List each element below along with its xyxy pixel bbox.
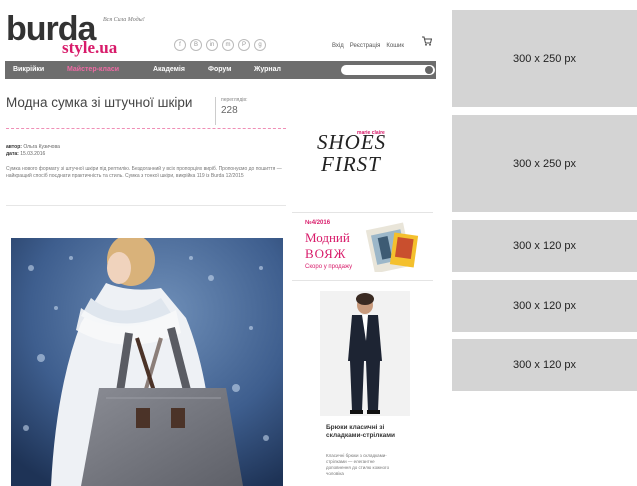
nav-masterclasses[interactable]: Майстер-класи (67, 66, 119, 73)
ad-magazine[interactable]: №4/2016 Модний ВОЯЖ Скоро у продажу (292, 218, 433, 281)
ad-shoes-first[interactable]: marie claire SHOES FIRST (292, 92, 433, 213)
views-label: переглядів: (221, 97, 248, 103)
pinterest-icon[interactable]: P (238, 39, 250, 51)
cart-link[interactable]: Кошик (386, 43, 404, 49)
register-link[interactable]: Реєстрація (350, 43, 381, 49)
social-icons: f B in m P g (174, 39, 266, 51)
tagline: Вся Сила Моды! (103, 17, 145, 23)
login-link[interactable]: Вхід (332, 43, 344, 49)
linkedin-icon[interactable]: in (206, 39, 218, 51)
nav-patterns[interactable]: Викрійки (13, 66, 44, 73)
author-label: автор: (6, 144, 22, 150)
mag-title-2: ВОЯЖ (305, 246, 347, 261)
mail-icon[interactable]: m (222, 39, 234, 51)
mag-title-1: Модний (305, 230, 350, 245)
nav-academy[interactable]: Академія (153, 66, 185, 73)
placeholder-300x120-3: 300 x 120 px (452, 339, 637, 391)
search-input[interactable] (341, 65, 435, 75)
pants-model-image (320, 291, 410, 416)
site-logo[interactable]: burda style.ua (6, 12, 117, 57)
description-divider (6, 205, 286, 206)
nav-forum[interactable]: Форум (208, 66, 231, 73)
shoes-line2: FIRST (321, 152, 381, 176)
google-plus-icon[interactable]: g (254, 39, 266, 51)
article-date: 15.03.2016 (20, 151, 46, 157)
article-description: Сумка нового формату зі штучної шкіри пі… (6, 166, 282, 179)
user-links: Вхід Реєстрація Кошик (332, 43, 404, 49)
author-name[interactable]: Ольга Кузичова (23, 144, 60, 150)
cart-icon[interactable] (422, 36, 432, 46)
page-screenshot: burda style.ua Вся Сила Моды! f B in m P… (0, 0, 446, 486)
title-divider (6, 128, 286, 129)
article-title: Модна сумка зі штучної шкіри (6, 95, 193, 110)
ad-pants[interactable]: Брюки класичні зі складками-стрілками Кл… (292, 288, 433, 486)
mag-soon: Скоро у продажу (305, 264, 353, 270)
date-label: дата: (6, 151, 19, 157)
facebook-icon[interactable]: f (174, 39, 186, 51)
views-count: 228 (221, 105, 238, 116)
search-icon[interactable] (425, 66, 433, 74)
logo-style-ua: style.ua (62, 38, 118, 57)
vkontakte-icon[interactable]: B (190, 39, 202, 51)
magazine-cover-image (365, 222, 419, 272)
mag-issue: №4/2016 (305, 220, 331, 226)
nav-magazine[interactable]: Журнал (254, 66, 281, 73)
pants-text: Класичні брюки з складками-стрілками — е… (326, 453, 390, 476)
views-counter: переглядів: 228 (215, 97, 247, 125)
main-nav: Викрійки Майстер-класи Академія Форум Жу… (5, 61, 436, 79)
article-photo (11, 238, 283, 486)
placeholder-300x120-1: 300 x 120 px (452, 220, 637, 272)
placeholder-300x250-2: 300 x 250 px (452, 115, 637, 212)
pants-title: Брюки класичні зі складками-стрілками (326, 424, 396, 439)
placeholder-300x120-2: 300 x 120 px (452, 280, 637, 332)
ad-column: marie claire SHOES FIRST №4/2016 Модний … (292, 92, 433, 486)
article-meta: автор: Ольга Кузичова дата: 15.03.2016 (6, 144, 60, 158)
placeholder-300x250-1: 300 x 250 px (452, 10, 637, 107)
